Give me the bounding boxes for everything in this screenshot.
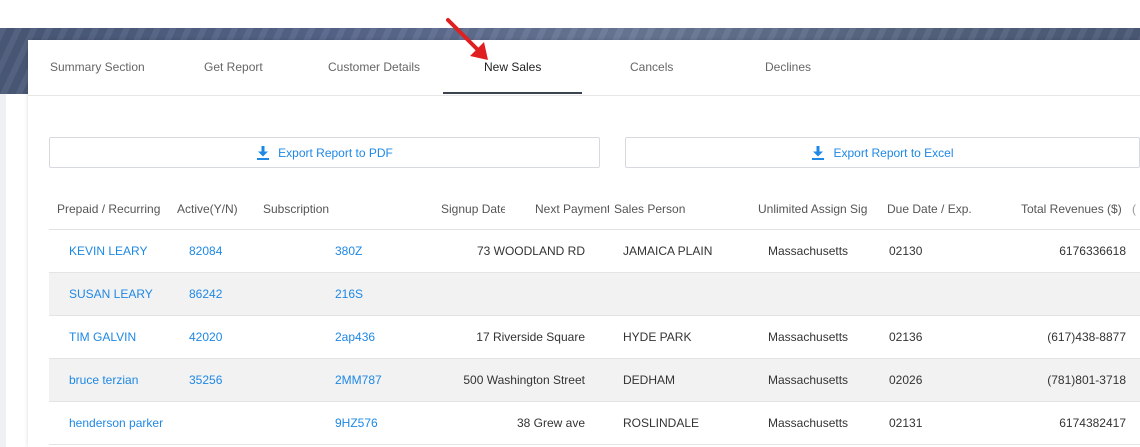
tab-customer-details[interactable]: Customer Details (328, 40, 420, 94)
export-excel-button[interactable]: Export Report to Excel (625, 137, 1140, 168)
table-row: bruce terzian 35256 2MM787 500 Washingto… (49, 358, 1140, 402)
export-pdf-button[interactable]: Export Report to PDF (49, 137, 600, 168)
address-cell: 73 WOODLAND RD (476, 244, 585, 258)
customer-name-link[interactable]: henderson parker (69, 416, 163, 430)
column-header[interactable]: Prepaid / Recurring (49, 189, 169, 230)
subscription-link[interactable]: 2ap436 (335, 330, 375, 344)
state-cell: Massachusetts (768, 416, 849, 430)
zip-cell: 02136 (889, 330, 923, 344)
column-header[interactable]: Subscription (255, 189, 401, 230)
table-row: henderson parker 9HZ576 38 Grew ave ROSL… (49, 401, 1140, 445)
subscription-link[interactable]: 216S (335, 287, 363, 301)
column-header[interactable]: Unlimited Assign Sign (738, 189, 867, 230)
tab-get-report[interactable]: Get Report (204, 40, 263, 94)
column-header[interactable]: Due Date / Exp. (867, 189, 994, 230)
table-row: TIM GALVIN 42020 2ap436 17 Riverside Squ… (49, 315, 1140, 359)
tab-declines[interactable]: Declines (765, 40, 811, 94)
subscription-link[interactable]: 380Z (335, 244, 362, 258)
city-cell: JAMAICA PLAIN (623, 244, 713, 258)
city-cell: HYDE PARK (623, 330, 692, 344)
phone-cell: 6174382417 (1059, 416, 1126, 430)
city-cell: DEDHAM (623, 373, 676, 387)
tab-cancels[interactable]: Cancels (630, 40, 673, 94)
new-sales-table: Prepaid / Recurring Active(Y/N) Subscrip… (49, 189, 1140, 445)
download-icon (257, 145, 270, 160)
city-cell: ROSLINDALE (623, 416, 700, 430)
table-row: SUSAN LEARY 86242 216S (49, 272, 1140, 316)
address-cell: 17 Riverside Square (476, 330, 585, 344)
red-arrow-icon (446, 18, 488, 60)
phone-cell: (617)438-8877 (1047, 330, 1126, 344)
customer-name-link[interactable]: bruce terzian (69, 373, 138, 387)
column-header[interactable]: ( (1126, 189, 1140, 230)
state-cell: Massachusetts (768, 244, 849, 258)
column-header[interactable]: Active(Y/N) (169, 189, 255, 230)
column-header[interactable]: Signup Date (401, 189, 505, 230)
zip-cell: 02026 (889, 373, 923, 387)
zip-cell: 02131 (889, 416, 923, 430)
export-excel-label: Export Report to Excel (833, 145, 954, 160)
tab-summary-section[interactable]: Summary Section (50, 40, 145, 94)
table-header-row: Prepaid / Recurring Active(Y/N) Subscrip… (49, 189, 1140, 230)
customer-name-link[interactable]: TIM GALVIN (69, 330, 136, 344)
table-row: KEVIN LEARY 82084 380Z 73 WOODLAND RD JA… (49, 229, 1140, 273)
column-header[interactable]: Sales Person (609, 189, 738, 230)
report-tabs: Summary Section Get Report Customer Deta… (28, 40, 1140, 96)
customer-id-link[interactable]: 35256 (189, 373, 222, 387)
state-cell: Massachusetts (768, 330, 849, 344)
customer-id-link[interactable]: 42020 (189, 330, 222, 344)
state-cell: Massachusetts (768, 373, 849, 387)
column-header[interactable]: Total Revenues ($) (994, 189, 1126, 230)
address-cell: 500 Washington Street (463, 373, 585, 387)
phone-cell: (781)801-3718 (1047, 373, 1126, 387)
customer-id-link[interactable]: 86242 (189, 287, 222, 301)
address-cell: 38 Grew ave (516, 416, 585, 430)
customer-name-link[interactable]: SUSAN LEARY (69, 287, 153, 301)
download-icon (812, 145, 825, 160)
left-gutter (0, 94, 6, 447)
subscription-link[interactable]: 9HZ576 (335, 416, 378, 430)
column-header[interactable]: Next Payment Da (505, 189, 609, 230)
zip-cell: 02130 (889, 244, 923, 258)
customer-id-link[interactable]: 82084 (189, 244, 222, 258)
subscription-link[interactable]: 2MM787 (335, 373, 382, 387)
customer-name-link[interactable]: KEVIN LEARY (69, 244, 147, 258)
report-card: Summary Section Get Report Customer Deta… (28, 18, 1140, 447)
phone-cell: 6176336618 (1059, 244, 1126, 258)
export-pdf-label: Export Report to PDF (278, 145, 393, 160)
active-tab-indicator (443, 92, 582, 94)
